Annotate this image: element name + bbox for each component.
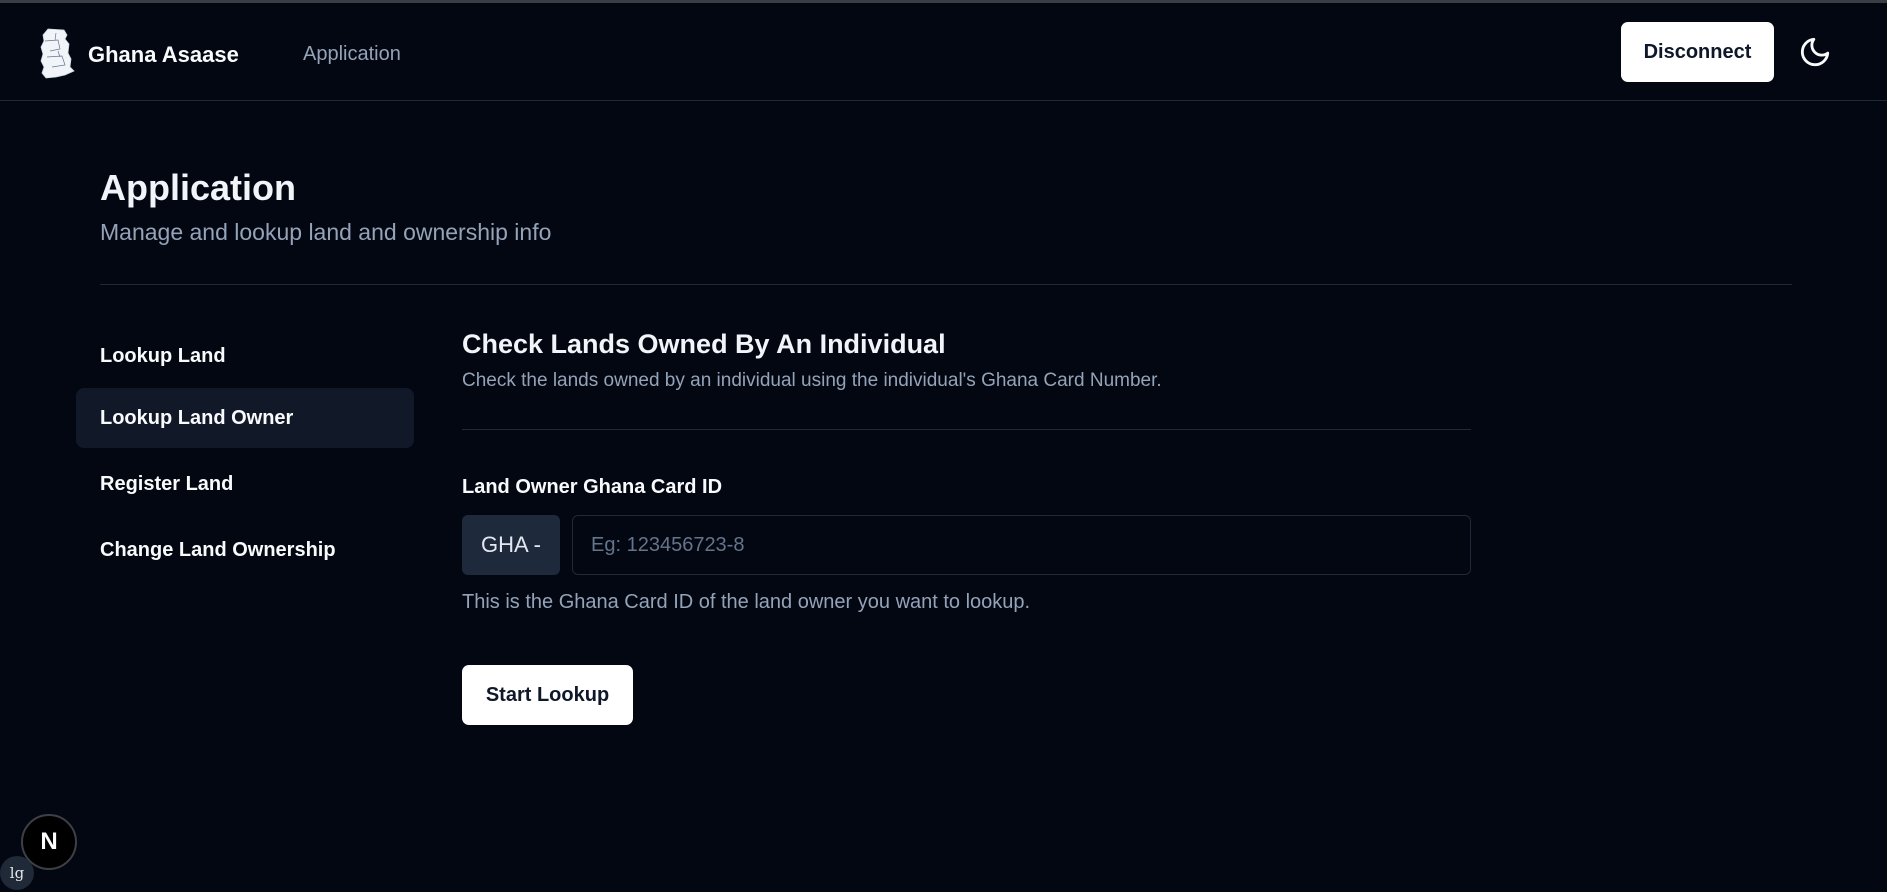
sidebar-item-label: Register Land <box>100 472 234 495</box>
page-title: Application <box>100 167 296 208</box>
ghana-card-helper-text: This is the Ghana Card ID of the land ow… <box>462 591 1031 613</box>
sidebar-item-change-land-ownership[interactable]: Change Land Ownership <box>76 520 414 580</box>
ghana-card-prefix: GHA - <box>462 515 560 575</box>
sidebar-item-label: Lookup Land Owner <box>100 406 294 429</box>
nextjs-dev-letter: N <box>40 828 58 855</box>
top-nav: Ghana Asaase Application Disconnect <box>0 3 1887 101</box>
sidebar-item-label: Lookup Land <box>100 344 226 367</box>
page-subtitle: Manage and lookup land and ownership inf… <box>100 219 552 245</box>
moon-icon[interactable] <box>1798 35 1832 69</box>
nav-link-application[interactable]: Application <box>303 43 401 66</box>
ghana-card-id-input[interactable] <box>572 515 1471 575</box>
ghana-card-id-label: Land Owner Ghana Card ID <box>462 476 723 498</box>
form-title: Check Lands Owned By An Individual <box>462 329 946 359</box>
ghana-map-icon[interactable] <box>38 27 76 79</box>
sidebar-item-label: Change Land Ownership <box>100 538 336 561</box>
breakpoint-badge: lg <box>0 856 34 890</box>
form-description: Check the lands owned by an individual u… <box>462 370 1162 391</box>
disconnect-button[interactable]: Disconnect <box>1621 22 1774 82</box>
sidebar-item-lookup-land-owner[interactable]: Lookup Land Owner <box>76 388 414 448</box>
brand-name[interactable]: Ghana Asaase <box>88 42 239 68</box>
start-lookup-button[interactable]: Start Lookup <box>462 665 633 725</box>
section-divider <box>100 284 1792 285</box>
form-divider <box>462 429 1471 430</box>
sidebar-item-lookup-land[interactable]: Lookup Land <box>76 326 414 386</box>
sidebar-item-register-land[interactable]: Register Land <box>76 454 414 514</box>
